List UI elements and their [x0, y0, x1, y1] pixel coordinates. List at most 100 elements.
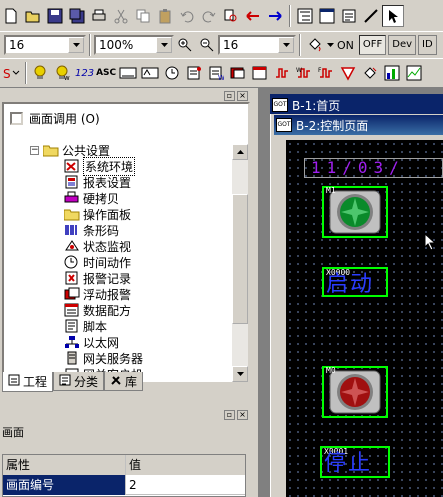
off-button[interactable]: OFF: [358, 35, 387, 55]
pointer-icon[interactable]: [382, 4, 404, 27]
alarm-triangle-icon[interactable]: [337, 62, 359, 84]
system-environment-icon: [64, 159, 80, 173]
message-board-icon[interactable]: [249, 62, 271, 84]
tree-item-recipe[interactable]: 数据配方: [64, 302, 131, 318]
line-tool-icon[interactable]: [360, 5, 382, 27]
ascii-input-icon[interactable]: [139, 62, 161, 84]
text-stop-label[interactable]: X0001 停止: [320, 446, 390, 478]
save-icon[interactable]: [44, 5, 66, 27]
on-label[interactable]: ON: [334, 39, 357, 52]
window-list-icon[interactable]: [316, 5, 338, 27]
chevron-down-icon[interactable]: [156, 37, 172, 53]
project-icon: [8, 374, 20, 389]
scroll-down-icon[interactable]: [232, 366, 248, 382]
tree-item-status-monitor[interactable]: 状态监视: [64, 238, 131, 254]
ascii-display-icon[interactable]: ASC: [95, 62, 117, 84]
back-arrow-icon[interactable]: [242, 5, 264, 27]
tree-item-operation-panel[interactable]: 操作面板: [64, 206, 131, 222]
alarm-part-icon[interactable]: [227, 62, 249, 84]
property-row[interactable]: 画面编号 2: [3, 475, 245, 495]
close-button[interactable]: ×: [237, 91, 248, 101]
scroll-up-icon[interactable]: [232, 144, 248, 160]
function-key-icon[interactable]: F: [315, 62, 337, 84]
window-b1-titlebar[interactable]: GOT B-1:首页: [270, 94, 443, 116]
screen-canvas[interactable]: 11/03/ M1 X0000 启动 M0 X0001 停止: [286, 140, 443, 497]
tab-library[interactable]: 库: [104, 372, 144, 391]
trend-graph-icon[interactable]: [403, 62, 425, 84]
tree-item-system-environment[interactable]: 系统环境: [64, 156, 136, 176]
text-size-select[interactable]: 16: [218, 35, 296, 55]
bar-graph-icon[interactable]: [381, 62, 403, 84]
paste-icon[interactable]: [154, 5, 176, 27]
zoom-select[interactable]: 100%: [94, 35, 174, 55]
graphic-part-icon[interactable]: [359, 62, 381, 84]
save-all-icon[interactable]: [66, 5, 88, 27]
property-value[interactable]: 2: [126, 475, 245, 495]
separator: [299, 34, 301, 56]
tree-item-ethernet[interactable]: 以太网: [64, 334, 119, 350]
word-lamp-icon[interactable]: w: [52, 62, 74, 84]
restore-button[interactable]: ▫: [224, 91, 235, 101]
tree-view-icon[interactable]: [294, 5, 316, 27]
properties-icon[interactable]: [338, 5, 360, 27]
lamp-m1[interactable]: M1: [322, 186, 388, 238]
font-size-select[interactable]: 16: [4, 35, 86, 55]
numeric-display-icon[interactable]: 123: [74, 62, 95, 84]
close-button[interactable]: ×: [237, 410, 248, 420]
window-b2-titlebar[interactable]: GOT B-2:控制页面: [274, 115, 443, 135]
tab-category[interactable]: 分类: [53, 372, 105, 391]
scroll-thumb[interactable]: [232, 194, 248, 324]
tools-icon: [110, 374, 122, 389]
restore-button[interactable]: ▫: [224, 410, 235, 420]
tree-item-label: 操作面板: [83, 207, 132, 222]
fill-bucket-icon[interactable]: [304, 34, 326, 56]
text-start-label[interactable]: X0000 启动: [322, 267, 388, 297]
screen-call-option[interactable]: 画面调用 (O): [10, 110, 100, 127]
id-button[interactable]: ID: [418, 35, 437, 55]
cut-icon[interactable]: [110, 5, 132, 27]
zoom-out-icon[interactable]: [196, 34, 218, 56]
tree-item-label: 报表设置: [83, 175, 132, 190]
dev-button[interactable]: Dev: [388, 35, 417, 55]
tree-scrollbar[interactable]: [232, 144, 248, 382]
tree-item-report-settings[interactable]: 报表设置: [64, 174, 131, 190]
print-icon[interactable]: [88, 5, 110, 27]
printer-icon: [64, 191, 80, 205]
chevron-down-icon[interactable]: [68, 37, 84, 53]
undo-icon[interactable]: [176, 5, 198, 27]
copy-icon[interactable]: [132, 5, 154, 27]
red-lamp-icon: [329, 370, 381, 414]
redo-icon[interactable]: [198, 5, 220, 27]
tree-item-alarm-log[interactable]: 报警记录: [64, 270, 131, 286]
tab-label: 分类: [74, 374, 99, 389]
chevron-down-icon[interactable]: [278, 37, 294, 53]
word-message-icon[interactable]: W: [205, 62, 227, 84]
tree-item-time-action[interactable]: 时间动作: [64, 254, 131, 270]
tab-project[interactable]: 工程: [2, 372, 54, 392]
switch-part-icon[interactable]: S: [0, 62, 22, 84]
clock-icon[interactable]: [161, 62, 183, 84]
chevron-down-icon[interactable]: [326, 34, 334, 56]
tree-item-hard-copy[interactable]: 硬拷贝: [64, 190, 119, 206]
bit-message-icon[interactable]: [183, 62, 205, 84]
numeric-input-icon[interactable]: [117, 62, 139, 84]
panel-folder-icon: [64, 207, 80, 221]
screen-call-checkbox[interactable]: [10, 112, 23, 125]
bit-switch-icon[interactable]: [271, 62, 293, 84]
tree-item-gateway-server[interactable]: 网关服务器: [64, 350, 143, 366]
word-switch-icon[interactable]: W: [293, 62, 315, 84]
svg-text:w: w: [64, 74, 70, 81]
tree-item-barcode[interactable]: 条形码: [64, 222, 119, 238]
zoom-in-icon[interactable]: [174, 34, 196, 56]
forward-arrow-icon[interactable]: [264, 5, 286, 27]
tree-item-script[interactable]: 脚本: [64, 318, 107, 334]
find-icon[interactable]: [220, 5, 242, 27]
bit-lamp-icon[interactable]: [30, 62, 52, 84]
new-file-icon[interactable]: [0, 5, 22, 27]
collapse-icon[interactable]: −: [30, 145, 39, 155]
open-folder-icon[interactable]: [22, 5, 44, 27]
lamp-m0[interactable]: M0: [322, 366, 388, 418]
svg-text:F: F: [318, 67, 322, 74]
tree-item-floating-alarm[interactable]: 浮动报警: [64, 286, 131, 302]
date-display[interactable]: 11/03/: [304, 158, 443, 178]
